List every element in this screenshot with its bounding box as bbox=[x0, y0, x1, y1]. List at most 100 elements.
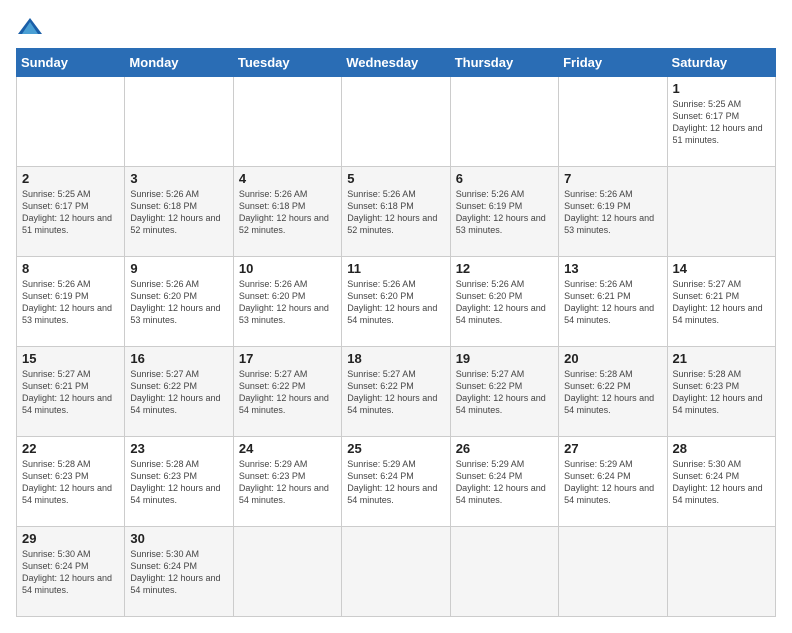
day-cell-28: 28Sunrise: 5:30 AMSunset: 6:24 PMDayligh… bbox=[667, 437, 775, 527]
day-number: 19 bbox=[456, 351, 553, 366]
empty-cell bbox=[450, 527, 558, 617]
day-cell-15: 15 Sunrise: 5:27 AMSunset: 6:21 PMDayligh… bbox=[17, 347, 125, 437]
day-info: Sunrise: 5:28 AMSunset: 6:22 PMDaylight:… bbox=[564, 368, 661, 417]
day-number: 30 bbox=[130, 531, 227, 546]
day-info: Sunrise: 5:26 AMSunset: 6:19 PMDaylight:… bbox=[564, 188, 661, 237]
empty-cell bbox=[342, 77, 450, 167]
day-cell-21: 21Sunrise: 5:28 AMSunset: 6:23 PMDayligh… bbox=[667, 347, 775, 437]
day-info: Sunrise: 5:28 AMSunset: 6:23 PMDaylight:… bbox=[130, 458, 227, 507]
day-number: 22 bbox=[22, 441, 119, 456]
day-number: 7 bbox=[564, 171, 661, 186]
day-number: 2 bbox=[22, 171, 119, 186]
empty-cell bbox=[667, 167, 775, 257]
day-cell-19: 19 Sunrise: 5:27 AMSunset: 6:22 PMDayligh… bbox=[450, 347, 558, 437]
empty-cell bbox=[342, 527, 450, 617]
day-info: Sunrise: 5:26 AMSunset: 6:19 PMDaylight:… bbox=[456, 188, 553, 237]
day-cell-8: 8 Sunrise: 5:26 AMSunset: 6:19 PMDaylight… bbox=[17, 257, 125, 347]
day-cell-13: 13 Sunrise: 5:26 AMSunset: 6:21 PMDayligh… bbox=[559, 257, 667, 347]
day-info: Sunrise: 5:27 AMSunset: 6:22 PMDaylight:… bbox=[239, 368, 336, 417]
day-info: Sunrise: 5:28 AMSunset: 6:23 PMDaylight:… bbox=[22, 458, 119, 507]
day-number: 23 bbox=[130, 441, 227, 456]
calendar-week-2: 2 Sunrise: 5:25 AMSunset: 6:17 PMDaylight… bbox=[17, 167, 776, 257]
day-info: Sunrise: 5:27 AMSunset: 6:22 PMDaylight:… bbox=[130, 368, 227, 417]
day-info: Sunrise: 5:25 AMSunset: 6:17 PMDaylight:… bbox=[22, 188, 119, 237]
day-number: 16 bbox=[130, 351, 227, 366]
day-info: Sunrise: 5:25 AMSunset: 6:17 PMDaylight:… bbox=[673, 98, 770, 147]
day-number: 4 bbox=[239, 171, 336, 186]
day-info: Sunrise: 5:29 AMSunset: 6:23 PMDaylight:… bbox=[239, 458, 336, 507]
day-number: 18 bbox=[347, 351, 444, 366]
day-number: 25 bbox=[347, 441, 444, 456]
column-header-wednesday: Wednesday bbox=[342, 49, 450, 77]
logo bbox=[16, 16, 48, 38]
day-number: 13 bbox=[564, 261, 661, 276]
day-cell-6: 6 Sunrise: 5:26 AMSunset: 6:19 PMDaylight… bbox=[450, 167, 558, 257]
day-info: Sunrise: 5:29 AMSunset: 6:24 PMDaylight:… bbox=[564, 458, 661, 507]
day-info: Sunrise: 5:26 AMSunset: 6:18 PMDaylight:… bbox=[130, 188, 227, 237]
column-header-friday: Friday bbox=[559, 49, 667, 77]
day-info: Sunrise: 5:27 AMSunset: 6:21 PMDaylight:… bbox=[673, 278, 770, 327]
day-number: 27 bbox=[564, 441, 661, 456]
day-number: 14 bbox=[673, 261, 770, 276]
day-info: Sunrise: 5:26 AMSunset: 6:20 PMDaylight:… bbox=[130, 278, 227, 327]
day-number: 6 bbox=[456, 171, 553, 186]
empty-cell bbox=[233, 77, 341, 167]
day-cell-26: 26Sunrise: 5:29 AMSunset: 6:24 PMDayligh… bbox=[450, 437, 558, 527]
day-cell-11: 11Sunrise: 5:26 AMSunset: 6:20 PMDayligh… bbox=[342, 257, 450, 347]
day-number: 21 bbox=[673, 351, 770, 366]
day-cell-20: 20 Sunrise: 5:28 AMSunset: 6:22 PMDayligh… bbox=[559, 347, 667, 437]
day-cell-4: 4 Sunrise: 5:26 AMSunset: 6:18 PMDaylight… bbox=[233, 167, 341, 257]
page-header bbox=[16, 16, 776, 38]
day-cell-9: 9Sunrise: 5:26 AMSunset: 6:20 PMDaylight… bbox=[125, 257, 233, 347]
day-number: 12 bbox=[456, 261, 553, 276]
column-header-monday: Monday bbox=[125, 49, 233, 77]
day-cell-10: 10Sunrise: 5:26 AMSunset: 6:20 PMDayligh… bbox=[233, 257, 341, 347]
empty-cell bbox=[667, 527, 775, 617]
calendar-table: SundayMondayTuesdayWednesdayThursdayFrid… bbox=[16, 48, 776, 617]
empty-cell bbox=[125, 77, 233, 167]
calendar-header-row: SundayMondayTuesdayWednesdayThursdayFrid… bbox=[17, 49, 776, 77]
day-cell-24: 24Sunrise: 5:29 AMSunset: 6:23 PMDayligh… bbox=[233, 437, 341, 527]
day-info: Sunrise: 5:26 AMSunset: 6:19 PMDaylight:… bbox=[22, 278, 119, 327]
empty-cell bbox=[559, 527, 667, 617]
column-header-tuesday: Tuesday bbox=[233, 49, 341, 77]
day-info: Sunrise: 5:26 AMSunset: 6:20 PMDaylight:… bbox=[347, 278, 444, 327]
empty-cell bbox=[233, 527, 341, 617]
day-info: Sunrise: 5:27 AMSunset: 6:22 PMDaylight:… bbox=[456, 368, 553, 417]
day-cell-7: 7 Sunrise: 5:26 AMSunset: 6:19 PMDaylight… bbox=[559, 167, 667, 257]
day-info: Sunrise: 5:26 AMSunset: 6:18 PMDaylight:… bbox=[239, 188, 336, 237]
column-header-thursday: Thursday bbox=[450, 49, 558, 77]
empty-cell bbox=[450, 77, 558, 167]
day-info: Sunrise: 5:26 AMSunset: 6:20 PMDaylight:… bbox=[456, 278, 553, 327]
day-number: 8 bbox=[22, 261, 119, 276]
day-info: Sunrise: 5:26 AMSunset: 6:18 PMDaylight:… bbox=[347, 188, 444, 237]
day-number: 1 bbox=[673, 81, 770, 96]
day-cell-14: 14 Sunrise: 5:27 AMSunset: 6:21 PMDayligh… bbox=[667, 257, 775, 347]
day-cell-16: 16 Sunrise: 5:27 AMSunset: 6:22 PMDayligh… bbox=[125, 347, 233, 437]
day-number: 20 bbox=[564, 351, 661, 366]
day-info: Sunrise: 5:27 AMSunset: 6:21 PMDaylight:… bbox=[22, 368, 119, 417]
day-cell-12: 12 Sunrise: 5:26 AMSunset: 6:20 PMDayligh… bbox=[450, 257, 558, 347]
day-number: 5 bbox=[347, 171, 444, 186]
calendar-week-1: 1 Sunrise: 5:25 AMSunset: 6:17 PMDaylight… bbox=[17, 77, 776, 167]
day-cell-5: 5 Sunrise: 5:26 AMSunset: 6:18 PMDaylight… bbox=[342, 167, 450, 257]
day-info: Sunrise: 5:29 AMSunset: 6:24 PMDaylight:… bbox=[347, 458, 444, 507]
calendar-week-6: 29 Sunrise: 5:30 AMSunset: 6:24 PMDayligh… bbox=[17, 527, 776, 617]
day-number: 15 bbox=[22, 351, 119, 366]
day-cell-25: 25 Sunrise: 5:29 AMSunset: 6:24 PMDayligh… bbox=[342, 437, 450, 527]
day-info: Sunrise: 5:26 AMSunset: 6:20 PMDaylight:… bbox=[239, 278, 336, 327]
day-number: 28 bbox=[673, 441, 770, 456]
column-header-sunday: Sunday bbox=[17, 49, 125, 77]
day-cell-27: 27 Sunrise: 5:29 AMSunset: 6:24 PMDayligh… bbox=[559, 437, 667, 527]
day-cell-3: 3Sunrise: 5:26 AMSunset: 6:18 PMDaylight… bbox=[125, 167, 233, 257]
empty-cell bbox=[559, 77, 667, 167]
empty-cell bbox=[17, 77, 125, 167]
day-number: 29 bbox=[22, 531, 119, 546]
day-number: 26 bbox=[456, 441, 553, 456]
day-cell-29: 29 Sunrise: 5:30 AMSunset: 6:24 PMDayligh… bbox=[17, 527, 125, 617]
calendar-week-3: 8 Sunrise: 5:26 AMSunset: 6:19 PMDaylight… bbox=[17, 257, 776, 347]
day-info: Sunrise: 5:30 AMSunset: 6:24 PMDaylight:… bbox=[22, 548, 119, 597]
day-cell-2: 2 Sunrise: 5:25 AMSunset: 6:17 PMDaylight… bbox=[17, 167, 125, 257]
day-cell-23: 23 Sunrise: 5:28 AMSunset: 6:23 PMDayligh… bbox=[125, 437, 233, 527]
day-info: Sunrise: 5:26 AMSunset: 6:21 PMDaylight:… bbox=[564, 278, 661, 327]
